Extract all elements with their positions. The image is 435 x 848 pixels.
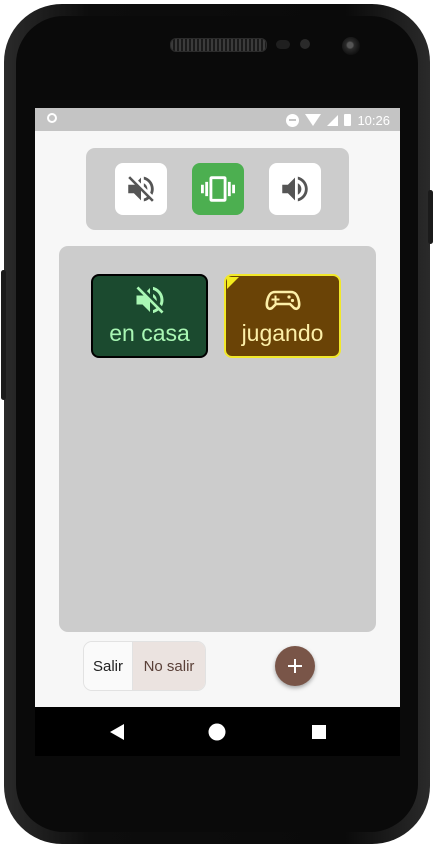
no-salir-toggle-button[interactable]: No salir bbox=[133, 642, 205, 690]
profile-card-label: en casa bbox=[109, 320, 190, 346]
mode-silent-button[interactable] bbox=[115, 163, 167, 215]
selected-marker bbox=[227, 277, 239, 289]
plus-icon bbox=[288, 659, 302, 673]
nav-home-button[interactable] bbox=[206, 721, 228, 743]
home-icon bbox=[208, 723, 226, 741]
status-bar: 10:26 bbox=[35, 108, 400, 131]
back-icon bbox=[110, 724, 124, 740]
nav-back-button[interactable] bbox=[106, 721, 128, 743]
navigation-bar bbox=[35, 707, 400, 756]
status-icons: 10:26 bbox=[286, 110, 390, 130]
volume-up-icon bbox=[282, 176, 308, 202]
wifi-icon bbox=[305, 114, 322, 126]
phone-power-button bbox=[428, 190, 433, 244]
mode-vibrate-button[interactable] bbox=[192, 163, 244, 215]
front-camera bbox=[342, 37, 360, 55]
add-profile-button[interactable] bbox=[275, 646, 315, 686]
earpiece-speaker bbox=[170, 38, 267, 52]
screen: 10:26 en casa jugando Salir No salir bbox=[35, 108, 400, 756]
profile-card-label: jugando bbox=[241, 320, 324, 346]
mode-sound-button[interactable] bbox=[269, 163, 321, 215]
notification-icon bbox=[47, 113, 57, 123]
profiles-grid: en casa jugando bbox=[59, 246, 376, 632]
volume-off-icon bbox=[136, 286, 163, 314]
phone-volume-button bbox=[1, 270, 6, 400]
vibrate-icon bbox=[201, 176, 235, 202]
gamepad-icon bbox=[265, 290, 300, 311]
recents-icon bbox=[312, 725, 326, 739]
volume-off-icon bbox=[128, 176, 154, 202]
profile-card-jugando[interactable]: jugando bbox=[224, 274, 341, 358]
ringer-mode-panel bbox=[86, 148, 349, 230]
light-sensor bbox=[300, 39, 310, 49]
battery-icon bbox=[344, 114, 352, 126]
nav-recents-button[interactable] bbox=[308, 721, 330, 743]
do-not-disturb-icon bbox=[286, 113, 300, 127]
proximity-sensor bbox=[276, 40, 290, 49]
signal-icon bbox=[327, 114, 339, 126]
exit-toggle-group: Salir No salir bbox=[83, 641, 206, 691]
salir-toggle-button[interactable]: Salir bbox=[84, 642, 133, 690]
profile-card-en-casa[interactable]: en casa bbox=[91, 274, 208, 358]
app-content: en casa jugando Salir No salir bbox=[35, 131, 400, 707]
status-time: 10:26 bbox=[357, 112, 390, 128]
